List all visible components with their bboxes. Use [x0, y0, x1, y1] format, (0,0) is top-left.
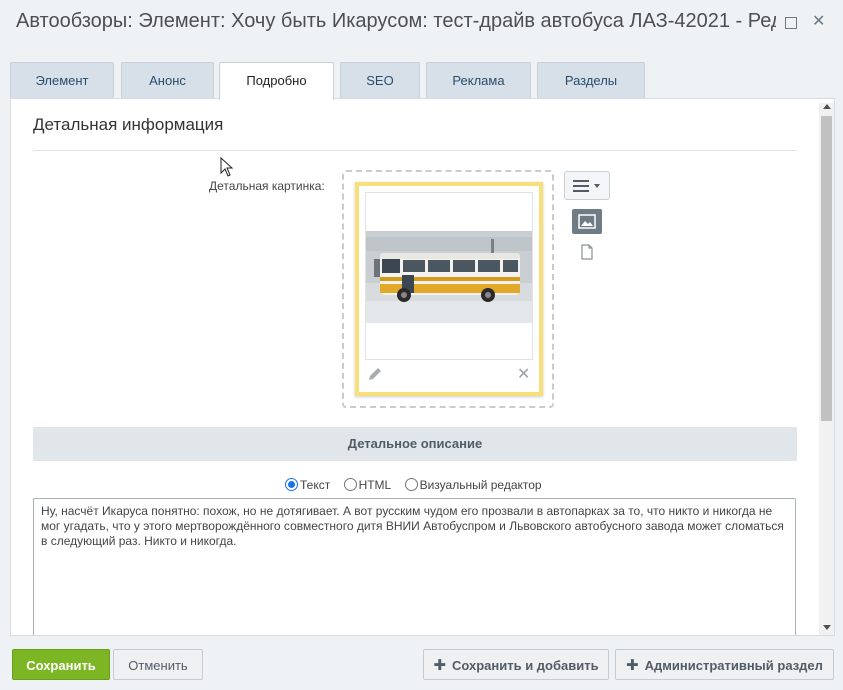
divider: [33, 150, 797, 151]
radio-visual-editor[interactable]: Визуальный редактор: [404, 477, 542, 492]
radio-text-label: Текст: [300, 477, 331, 492]
close-icon[interactable]: ✕: [812, 14, 825, 30]
plus-icon: ✚: [433, 657, 446, 674]
scroll-thumb[interactable]: [821, 116, 832, 421]
description-header: Детальное описание: [33, 427, 797, 461]
radio-html[interactable]: HTML: [343, 477, 392, 492]
image-frame: [365, 192, 533, 360]
bus-photo: [366, 231, 532, 323]
image-dropzone[interactable]: ✕: [342, 170, 554, 408]
detail-image-label: Детальная картинка:: [209, 179, 325, 193]
image-preview-card: ✕: [355, 182, 543, 396]
radio-dot[interactable]: [343, 477, 357, 491]
tab-sections[interactable]: Разделы: [537, 62, 645, 99]
hamburger-icon: [573, 180, 600, 192]
radio-dot[interactable]: [404, 477, 418, 491]
scroll-up-arrow[interactable]: [823, 104, 831, 109]
footer-bar: Сохранить Отменить ✚ Сохранить и добавить…: [0, 636, 843, 690]
detail-text-area[interactable]: Ну, насчёт Икаруса понятно: похож, но не…: [33, 498, 796, 635]
admin-section-label: Административный раздел: [644, 658, 823, 673]
tab-details[interactable]: Подробно: [219, 62, 334, 100]
save-button[interactable]: Сохранить: [12, 649, 110, 680]
section-title: Детальная информация: [33, 115, 224, 134]
picture-icon: [578, 214, 596, 229]
radio-text[interactable]: Текст: [285, 477, 331, 492]
maximize-icon[interactable]: [785, 17, 797, 29]
save-and-add-button[interactable]: ✚ Сохранить и добавить: [423, 649, 609, 680]
radio-html-label: HTML: [358, 477, 392, 492]
scroll-down-arrow[interactable]: [823, 625, 831, 630]
tab-element[interactable]: Элемент: [10, 62, 114, 99]
window-title: Автообзоры: Элемент: Хочу быть Икарусом:…: [16, 10, 776, 32]
save-and-add-label: Сохранить и добавить: [451, 658, 599, 673]
plus-icon: ✚: [626, 657, 639, 674]
radio-visual-label: Визуальный редактор: [419, 477, 542, 492]
image-mode-icon[interactable]: [572, 209, 602, 234]
tab-advertising[interactable]: Реклама: [426, 62, 531, 99]
cancel-button[interactable]: Отменить: [113, 649, 203, 680]
tab-announce[interactable]: Анонс: [121, 62, 214, 99]
image-menu-button[interactable]: [564, 171, 610, 200]
scrollbar[interactable]: [819, 103, 834, 635]
radio-dot[interactable]: [285, 477, 298, 491]
window-titlebar: Автообзоры: Элемент: Хочу быть Икарусом:…: [0, 0, 843, 46]
remove-image-icon[interactable]: ✕: [517, 364, 530, 384]
tab-seo[interactable]: SEO: [340, 62, 420, 99]
detail-panel: Детальная информация Детальная картинка:: [10, 98, 835, 636]
file-icon[interactable]: [580, 244, 594, 260]
editor-mode-radios: Текст HTML Визуальный редактор: [285, 477, 552, 492]
admin-section-button[interactable]: ✚ Административный раздел: [615, 649, 834, 680]
edit-pencil-icon[interactable]: [367, 366, 383, 382]
